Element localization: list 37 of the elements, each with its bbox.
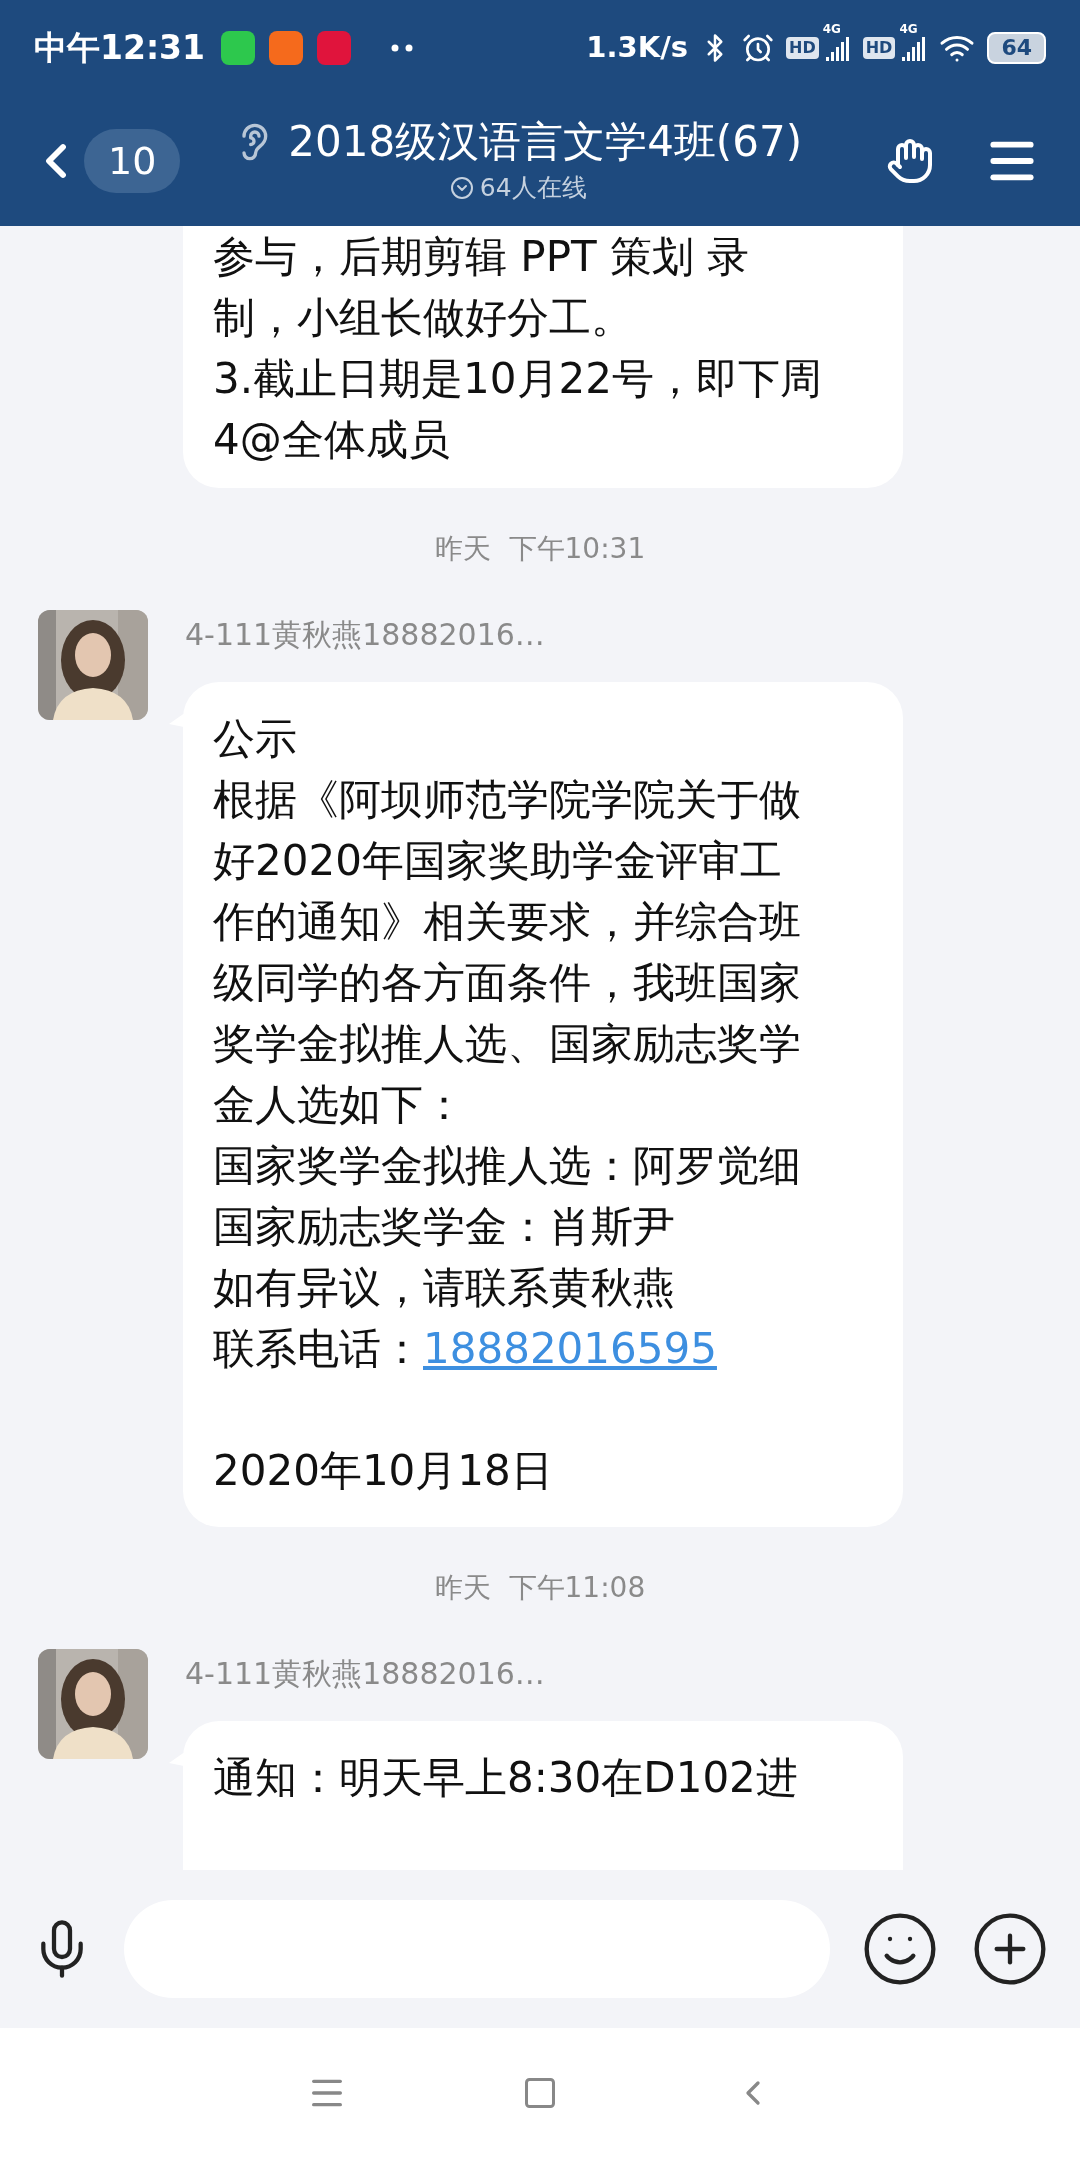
home-icon[interactable] [522,2075,558,2111]
timestamp: 昨天 下午11:08 [434,1570,646,1606]
message-text: 4@全体成员 [213,414,451,466]
hd-badge: HD [786,36,819,59]
status-time: 中午12:31 [34,26,206,69]
message-text: 参与，后期剪辑 PPT 策划 录 [213,231,751,283]
unread-badge[interactable]: 10 [84,128,181,193]
hd-badge: HD [862,36,896,59]
message-text: 2020年10月18日 [213,1445,554,1497]
network-label: 4G [822,22,841,35]
message-text: 级同学的各方面条件，我班国家 [213,957,802,1009]
message-text: 如有异议，请联系黄秋燕 [213,1262,676,1314]
network-speed: 1.3K/s [586,28,689,66]
sender-name: 4-111黄秋燕18882016… [185,1655,546,1693]
message-text: 国家奖学金拟推人选：阿罗觉细 [213,1140,802,1192]
message-text: 金人选如下： [213,1079,466,1131]
message-text: 公示 [213,713,298,765]
network-label: 4G [899,22,918,35]
app-icon [269,30,304,65]
message-text: 作的通知》相关要求，并综合班 [213,896,802,948]
phone-link[interactable]: 18882016595 [423,1324,717,1373]
message-text: 联系电话：18882016595 [213,1323,718,1375]
message-text: 好2020年国家奖助学金评审工 [213,835,783,887]
timestamp: 昨天 下午10:31 [434,531,646,567]
online-count: 64人在线 [479,171,587,204]
message-text: 根据《阿坝师范学院学院关于做 [213,774,802,826]
message-text: 3.截止日期是10月22号，即下周 [213,353,823,405]
chat-title: 2018级汉语言文学4班(67) [288,115,803,168]
message-text: 制，小组长做好分工。 [213,292,634,344]
signal-icon [899,34,928,61]
battery-indicator: 64 [987,31,1046,64]
message-text: 奖学金拟推人选、国家励志奖学 [213,1018,802,1070]
message-text: 国家励志奖学金：肖斯尹 [213,1201,676,1253]
chevron-circle-icon[interactable] [449,175,474,200]
hand-icon[interactable] [886,136,934,185]
sender-name: 4-111黄秋燕18882016… [185,616,546,654]
message-text: 通知：明天早上8:30在D102进 [213,1752,799,1804]
